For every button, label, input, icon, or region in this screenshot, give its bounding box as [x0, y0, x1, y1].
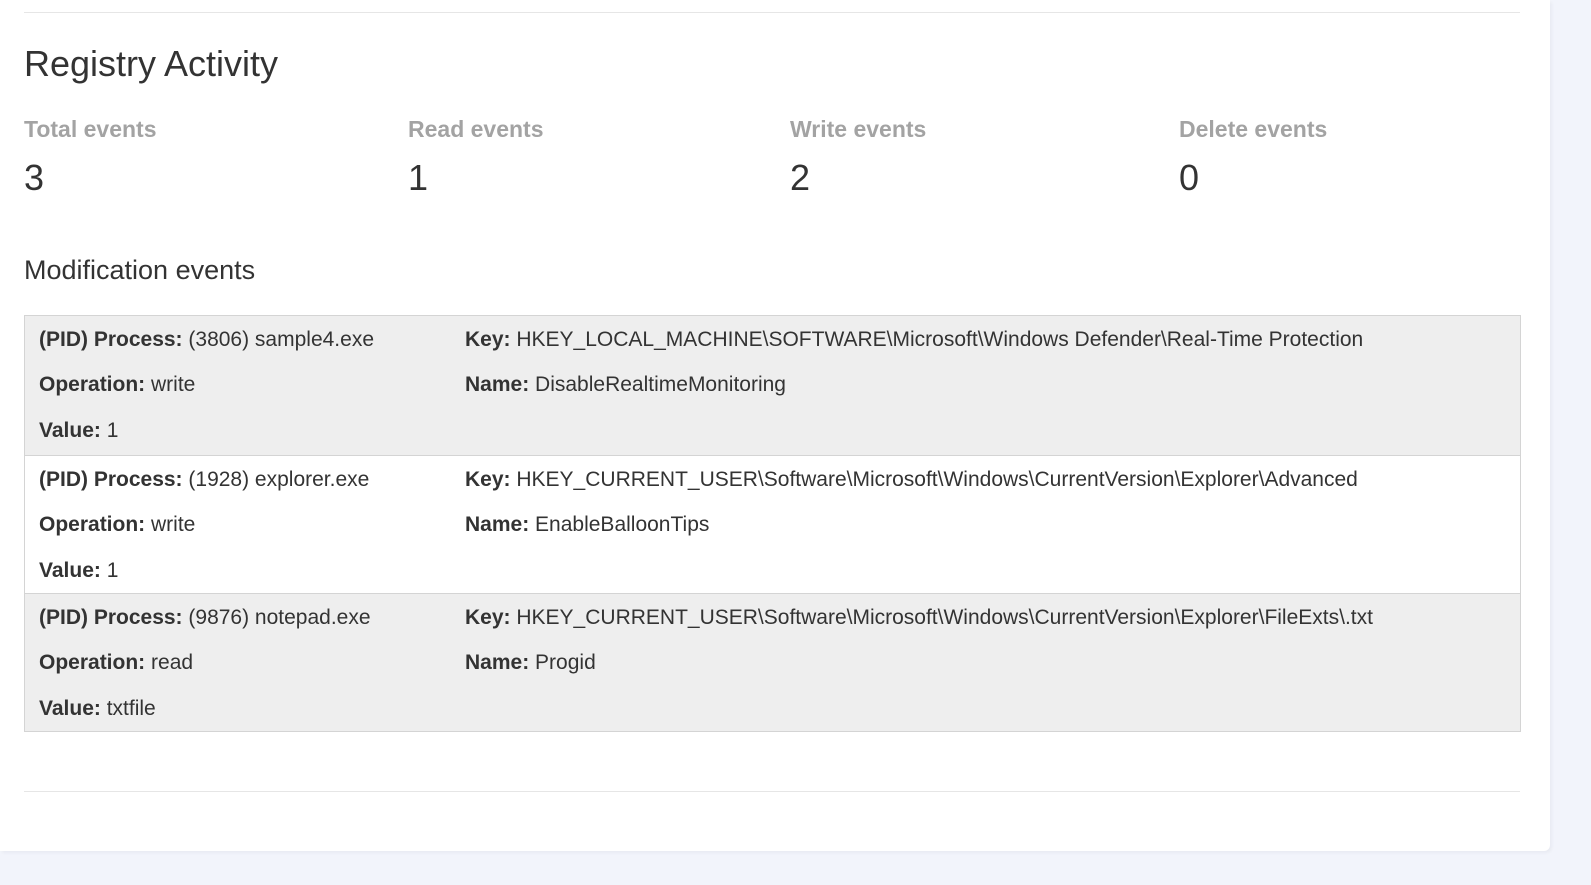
key-value: HKEY_CURRENT_USER\Software\Microsoft\Win…	[516, 606, 1373, 629]
value-label: Value:	[39, 419, 101, 442]
operation-label: Operation:	[39, 651, 146, 674]
key-label: Key:	[465, 606, 511, 629]
name-label: Name:	[465, 651, 530, 674]
stat-total-events: Total events 3	[24, 114, 157, 200]
value-field: Value: txtfile	[39, 695, 156, 723]
operation-field: Operation: write	[39, 511, 195, 539]
stat-label: Delete events	[1179, 116, 1328, 142]
key-label: Key:	[465, 468, 511, 491]
name-field: Name: EnableBalloonTips	[465, 511, 709, 539]
process-field: (PID) Process: (1928) explorer.exe	[39, 466, 369, 494]
stat-write-events: Write events 2	[790, 114, 926, 200]
modification-events-table: (PID) Process: (3806) sample4.exe Key: H…	[24, 315, 1521, 732]
process-value: (1928) explorer.exe	[188, 468, 370, 491]
name-label: Name:	[465, 513, 530, 536]
stat-read-events: Read events 1	[408, 114, 544, 200]
operation-value: read	[151, 651, 194, 674]
key-field: Key: HKEY_CURRENT_USER\Software\Microsof…	[465, 604, 1373, 632]
process-label: (PID) Process:	[39, 328, 183, 351]
key-label: Key:	[465, 328, 511, 351]
operation-field: Operation: write	[39, 371, 195, 399]
key-value: HKEY_LOCAL_MACHINE\SOFTWARE\Microsoft\Wi…	[516, 328, 1364, 351]
value-label: Value:	[39, 697, 101, 720]
key-value: HKEY_CURRENT_USER\Software\Microsoft\Win…	[516, 468, 1358, 491]
stat-label: Read events	[408, 116, 544, 142]
name-field: Name: DisableRealtimeMonitoring	[465, 371, 786, 399]
event-row: (PID) Process: (3806) sample4.exe Key: H…	[25, 316, 1520, 455]
registry-activity-card: Registry Activity Total events 3 Read ev…	[0, 0, 1550, 851]
operation-value: write	[151, 513, 196, 536]
stat-value: 2	[790, 157, 811, 198]
value-label: Value:	[39, 559, 101, 582]
stat-value: 0	[1179, 157, 1200, 198]
value-value: 1	[106, 419, 119, 442]
operation-value: write	[151, 373, 196, 396]
event-row: (PID) Process: (9876) notepad.exe Key: H…	[25, 593, 1520, 731]
stat-value: 1	[408, 157, 429, 198]
key-field: Key: HKEY_CURRENT_USER\Software\Microsof…	[465, 466, 1358, 494]
name-value: Progid	[535, 651, 596, 674]
bottom-divider	[24, 791, 1520, 792]
value-field: Value: 1	[39, 557, 118, 585]
value-field: Value: 1	[39, 417, 118, 445]
name-field: Name: Progid	[465, 649, 596, 677]
operation-field: Operation: read	[39, 649, 193, 677]
process-value: (3806) sample4.exe	[188, 328, 374, 351]
modification-events-title: Modification events	[24, 255, 256, 285]
process-label: (PID) Process:	[39, 606, 183, 629]
stat-label: Total events	[24, 116, 157, 142]
section-title: Registry Activity	[24, 43, 279, 84]
process-value: (9876) notepad.exe	[188, 606, 371, 629]
stat-delete-events: Delete events 0	[1179, 114, 1327, 200]
key-field: Key: HKEY_LOCAL_MACHINE\SOFTWARE\Microso…	[465, 326, 1363, 354]
stat-label: Write events	[790, 116, 927, 142]
value-value: txtfile	[106, 697, 156, 720]
operation-label: Operation:	[39, 513, 146, 536]
name-value: EnableBalloonTips	[535, 513, 710, 536]
top-divider	[24, 12, 1520, 13]
stats-row: Total events 3 Read events 1 Write event…	[24, 114, 1520, 204]
value-value: 1	[106, 559, 119, 582]
event-row: (PID) Process: (1928) explorer.exe Key: …	[25, 455, 1520, 593]
operation-label: Operation:	[39, 373, 146, 396]
stat-value: 3	[24, 157, 45, 198]
name-label: Name:	[465, 373, 530, 396]
process-label: (PID) Process:	[39, 468, 183, 491]
process-field: (PID) Process: (9876) notepad.exe	[39, 604, 371, 632]
name-value: DisableRealtimeMonitoring	[535, 373, 786, 396]
process-field: (PID) Process: (3806) sample4.exe	[39, 326, 374, 354]
